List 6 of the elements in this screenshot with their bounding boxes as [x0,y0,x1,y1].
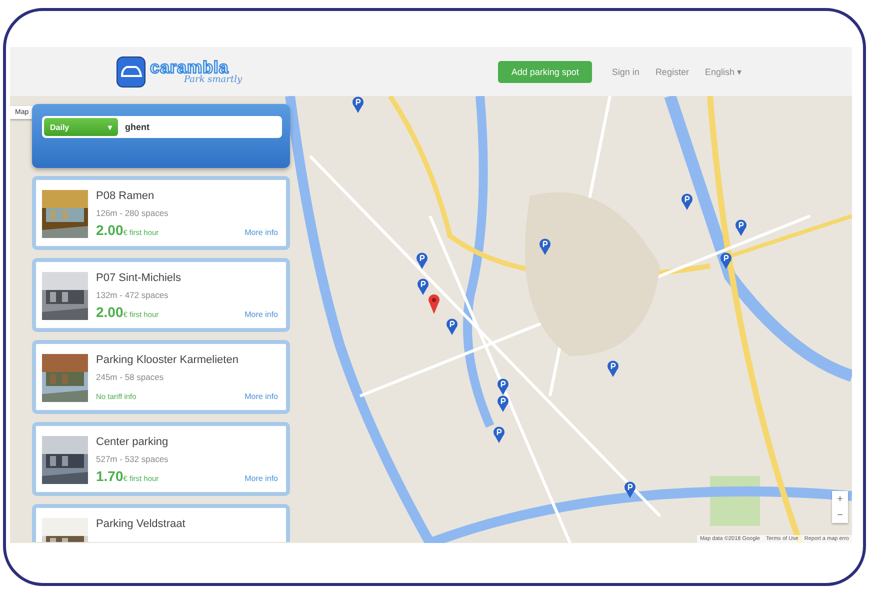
nav-link[interactable]: Register [655,66,689,76]
nav-link[interactable]: Sign in [612,66,640,76]
car-logo-icon [116,56,146,88]
language-dropdown[interactable]: English ▾ [704,66,742,76]
logo-text: carambla [150,58,229,76]
tagline: Park smartly [184,76,242,84]
